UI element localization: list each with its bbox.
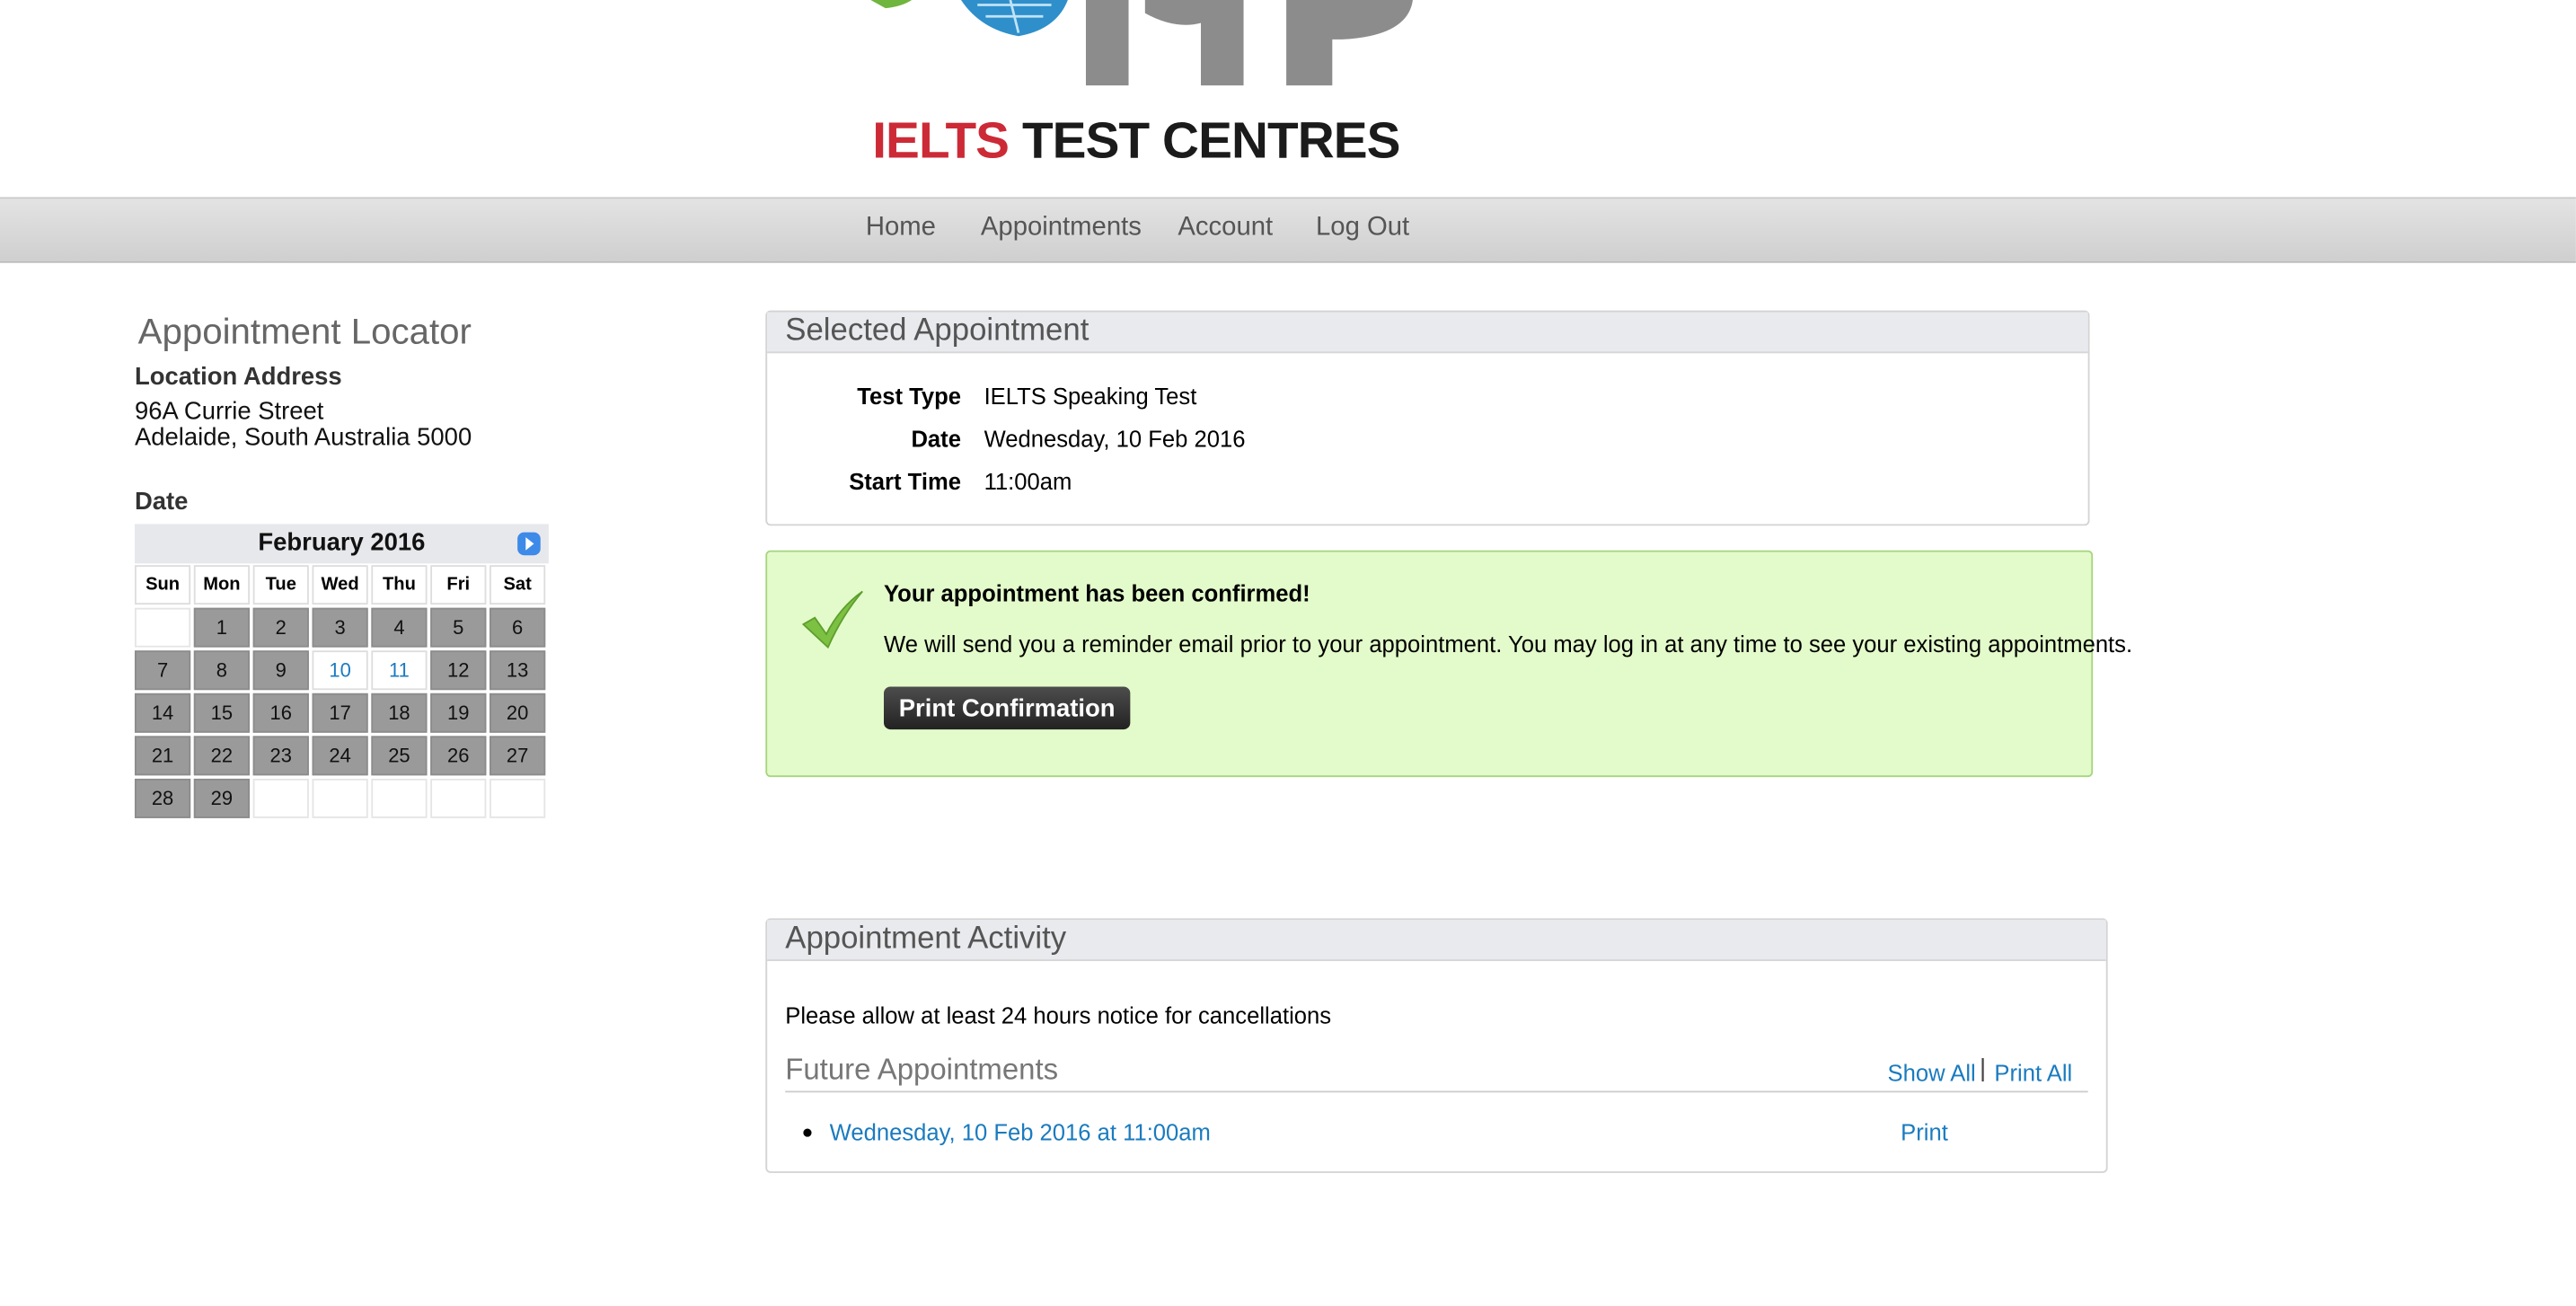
- calendar-empty-cell: [252, 778, 309, 818]
- calendar-day: 9: [252, 650, 309, 691]
- link-separator: |: [1979, 1055, 1987, 1083]
- weekday-header: Sun: [134, 565, 191, 605]
- weekday-header: Sat: [490, 565, 546, 605]
- locator-title: Appointment Locator: [137, 310, 472, 352]
- confirmation-box: Your appointment has been confirmed! We …: [765, 550, 2132, 778]
- date-calendar: February 2016 Sun Mon Tue Wed Thu Fri Sat 1234…: [134, 524, 549, 821]
- weekday-header: Mon: [193, 565, 251, 605]
- calendar-day: 23: [252, 736, 309, 776]
- print-confirmation-button[interactable]: Print Confirmation: [884, 686, 1131, 730]
- idp-logo-graphic: idp: [862, 0, 1413, 86]
- date-label: Date: [134, 488, 189, 516]
- weekday-header: Fri: [430, 565, 487, 605]
- appointment-print-link[interactable]: Print: [1901, 1119, 1948, 1145]
- show-all-link[interactable]: Show All: [1888, 1060, 1976, 1086]
- calendar-day: 20: [490, 693, 546, 733]
- detail-label: Start Time: [849, 468, 961, 495]
- print-all-link[interactable]: Print All: [1994, 1060, 2072, 1086]
- checkmark-icon: [801, 590, 863, 649]
- calendar-day: 5: [430, 607, 487, 648]
- logo-wordmark: IELTS TEST CENTRES: [872, 111, 1401, 171]
- detail-value: Wednesday, 10 Feb 2016: [984, 425, 1246, 452]
- calendar-empty-cell: [371, 778, 428, 818]
- calendar-day: 2: [252, 607, 309, 648]
- calendar-day: 4: [371, 607, 428, 648]
- list-bullet: [803, 1128, 812, 1137]
- nav-home[interactable]: Home: [866, 214, 936, 243]
- calendar-month-label: February 2016: [258, 528, 426, 558]
- calendar-day: 14: [134, 693, 191, 733]
- cancellation-note: Please allow at least 24 hours notice fo…: [785, 1002, 1332, 1028]
- detail-label: Test Type: [857, 383, 961, 410]
- calendar-day: 19: [430, 693, 487, 733]
- calendar-header: February 2016: [134, 524, 549, 564]
- address-line-1: 96A Currie Street: [134, 397, 324, 426]
- calendar-day: 29: [193, 778, 251, 818]
- calendar-grid: Sun Mon Tue Wed Thu Fri Sat 1 2 3 4 5 6 7 8 9 10 11 12 13 1…: [131, 562, 549, 822]
- calendar-day: 24: [312, 736, 368, 776]
- calendar-day: 16: [252, 693, 309, 733]
- appointment-activity-panel: Appointment Activity Please allow at lea…: [765, 918, 2108, 1173]
- detail-label: Date: [911, 425, 961, 452]
- calendar-day: 25: [371, 736, 428, 776]
- calendar-day-available[interactable]: 10: [312, 650, 368, 691]
- calendar-empty-cell: [490, 778, 546, 818]
- calendar-day: 22: [193, 736, 251, 776]
- calendar-day: 28: [134, 778, 191, 818]
- calendar-day: 12: [430, 650, 487, 691]
- divider: [785, 1090, 2088, 1093]
- calendar-day: 1: [193, 607, 251, 648]
- calendar-day: 18: [371, 693, 428, 733]
- appointment-activity-title: Appointment Activity: [767, 920, 2106, 961]
- nav-appointments[interactable]: Appointments: [981, 214, 1142, 243]
- nav-log-out[interactable]: Log Out: [1316, 214, 1409, 243]
- future-appointments-title: Future Appointments: [785, 1053, 1059, 1086]
- logo-test-centres-text: TEST CENTRES: [1021, 111, 1401, 170]
- confirmation-message: We will send you a reminder email prior …: [884, 631, 2133, 657]
- calendar-day: 26: [430, 736, 487, 776]
- calendar-day: 15: [193, 693, 251, 733]
- next-month-icon[interactable]: [517, 532, 541, 556]
- calendar-day: 3: [312, 607, 368, 648]
- calendar-empty-cell: [312, 778, 368, 818]
- appointment-link[interactable]: Wednesday, 10 Feb 2016 at 11:00am: [830, 1119, 1211, 1145]
- calendar-empty-cell: [430, 778, 487, 818]
- calendar-day: 27: [490, 736, 546, 776]
- site-logo: idp IELTS TEST CENTRES: [862, 0, 1429, 184]
- selected-appointment-panel: Selected Appointment Test Type IELTS Spea…: [765, 310, 2090, 526]
- confirmation-title: Your appointment has been confirmed!: [884, 579, 1310, 606]
- address-line-2: Adelaide, South Australia 5000: [134, 423, 472, 452]
- calendar-empty-cell: [134, 607, 191, 648]
- weekday-header: Thu: [371, 565, 428, 605]
- weekday-header: Wed: [312, 565, 368, 605]
- nav-account[interactable]: Account: [1178, 214, 1273, 243]
- logo-ielts-text: IELTS: [872, 111, 1010, 170]
- location-address-label: Location Address: [134, 363, 342, 392]
- weekday-header: Tue: [252, 565, 309, 605]
- calendar-day-available[interactable]: 11: [371, 650, 428, 691]
- calendar-day: 8: [193, 650, 251, 691]
- calendar-day: 6: [490, 607, 546, 648]
- calendar-day: 21: [134, 736, 191, 776]
- calendar-day: 17: [312, 693, 368, 733]
- calendar-day: 13: [490, 650, 546, 691]
- logo-brand-text: idp: [862, 0, 864, 1]
- selected-appointment-title: Selected Appointment: [767, 312, 2088, 354]
- detail-value: IELTS Speaking Test: [984, 383, 1197, 410]
- detail-value: 11:00am: [984, 468, 1072, 495]
- calendar-day: 7: [134, 650, 191, 691]
- main-navbar: Home Appointments Account Log Out: [0, 197, 2576, 263]
